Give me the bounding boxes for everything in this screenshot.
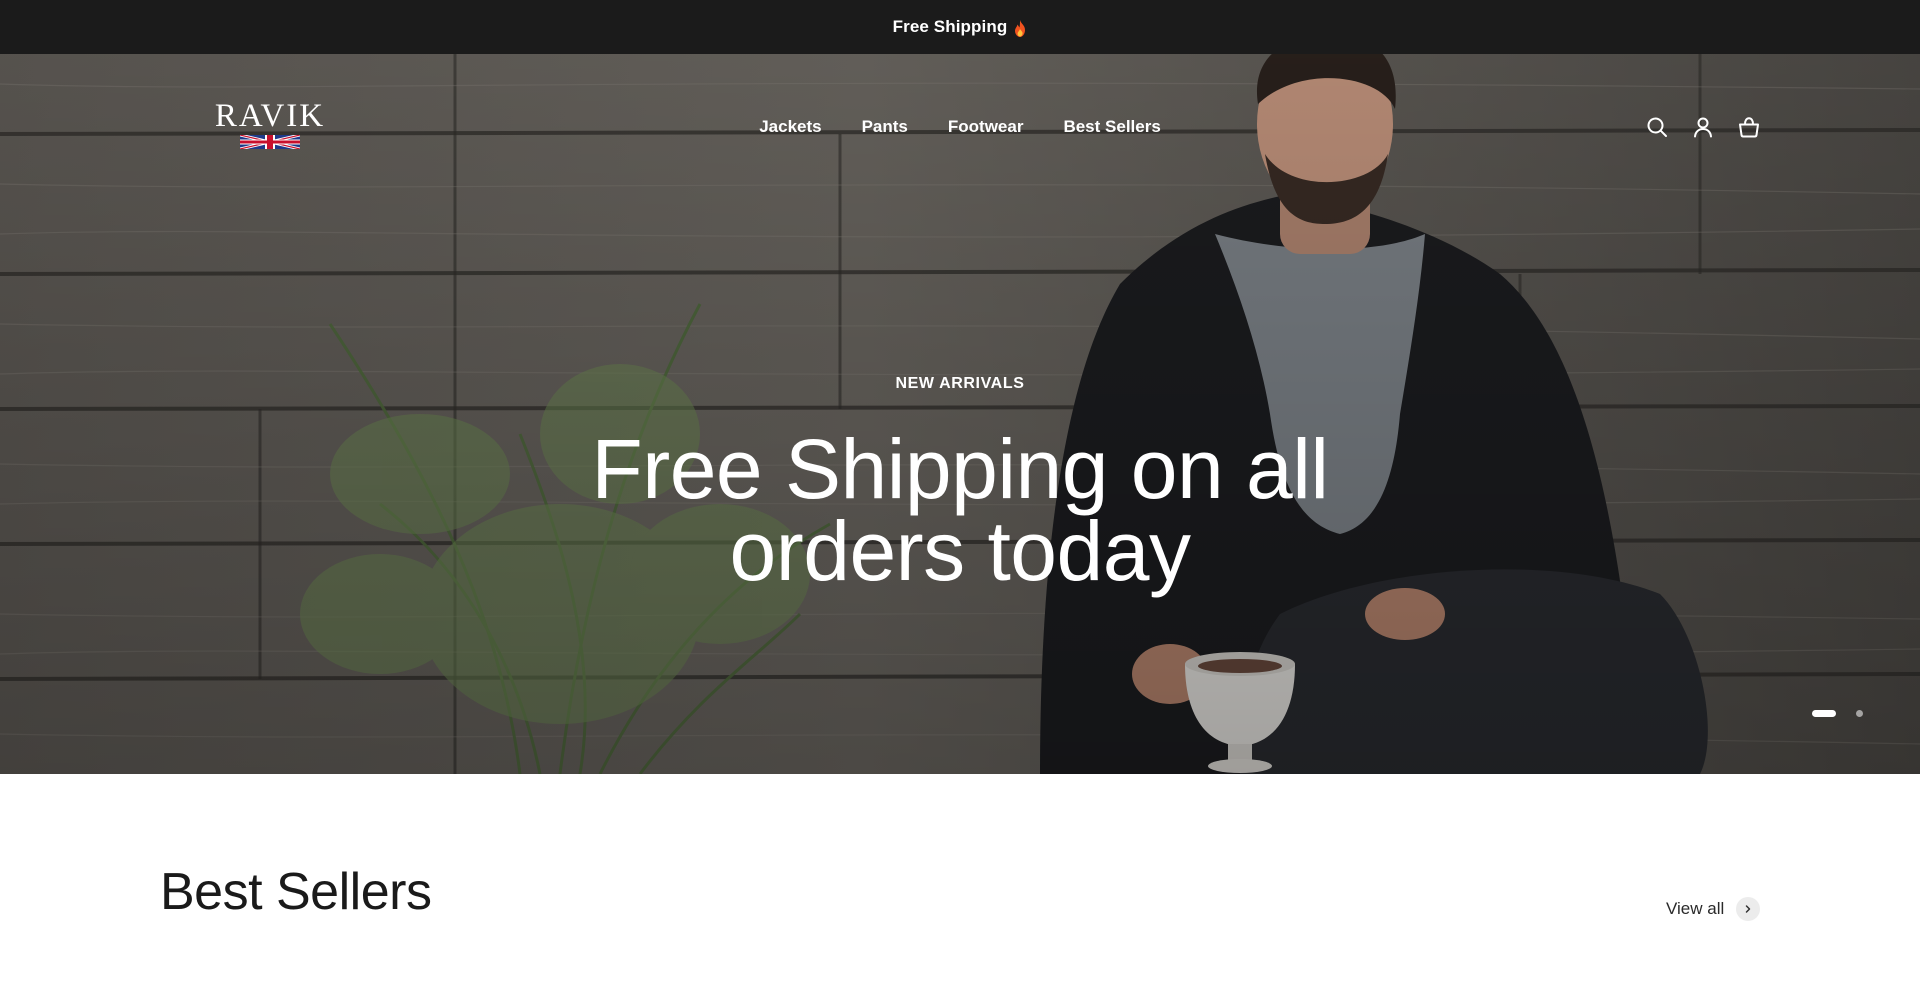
header-icons (1646, 116, 1760, 138)
search-icon[interactable] (1646, 116, 1668, 138)
nav-jackets[interactable]: Jackets (759, 112, 821, 142)
view-all-link[interactable]: View all (1666, 897, 1761, 921)
fire-icon (1013, 19, 1027, 37)
nav-pants[interactable]: Pants (862, 112, 908, 142)
view-all-label: View all (1666, 899, 1725, 918)
main-nav: Jackets Pants Footwear Best Sellers (0, 112, 1920, 142)
announcement-text: Free Shipping (892, 17, 1008, 36)
hero-title: Free Shipping on all orders today (591, 422, 1329, 598)
nav-footwear[interactable]: Footwear (948, 112, 1024, 142)
slide-dot-1[interactable] (1812, 710, 1836, 717)
nav-best-sellers[interactable]: Best Sellers (1063, 112, 1160, 142)
hero-eyebrow: NEW ARRIVALS (895, 375, 1025, 392)
account-icon[interactable] (1692, 116, 1714, 138)
chevron-right-icon[interactable] (1736, 897, 1761, 921)
site-header: RAVIK Jackets Pants Footwear Best Seller… (0, 54, 1920, 194)
slide-indicators (1812, 710, 1863, 717)
announcement-bar: Free Shipping (0, 0, 1920, 54)
cart-icon[interactable] (1738, 116, 1760, 138)
best-sellers-title: Best Sellers (160, 863, 432, 921)
slide-dot-2[interactable] (1856, 710, 1863, 717)
